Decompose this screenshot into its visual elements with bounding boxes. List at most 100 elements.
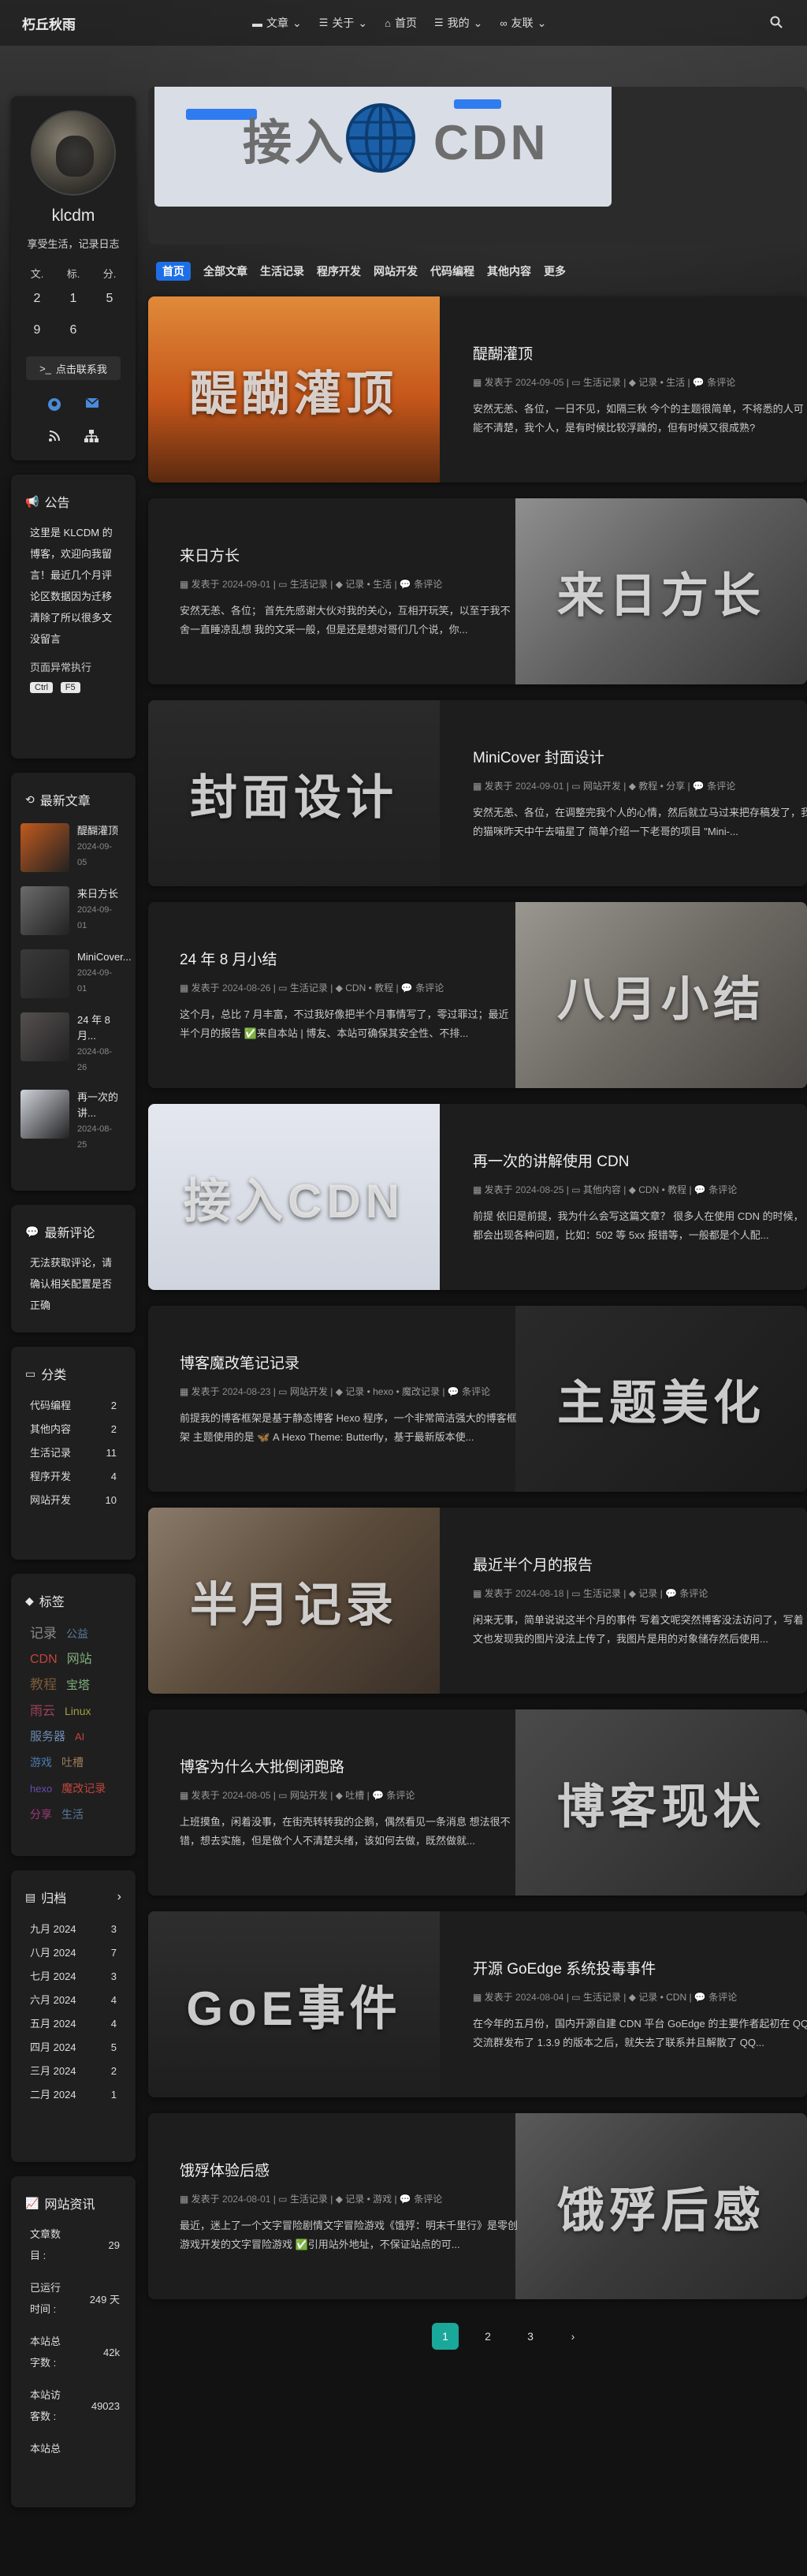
stat-tags[interactable]: 标. 1 6	[58, 266, 89, 344]
recent-post-title[interactable]: MiniCover...	[77, 949, 132, 965]
archive-item[interactable]: 六月 2024 4	[30, 1989, 117, 2012]
archive-item[interactable]: 五月 2024 4	[30, 2012, 117, 2036]
search-icon[interactable]	[769, 15, 783, 29]
post-comments[interactable]: 条评论	[708, 1992, 737, 2003]
tag-link[interactable]: 雨云	[30, 1699, 55, 1724]
post-tags[interactable]: 记录 • hexo • 魔改记录	[345, 1386, 440, 1397]
post-category[interactable]: 生活记录	[290, 982, 328, 993]
post-card[interactable]: 封面设计 MiniCover 封面设计 ▦ 发表于 2024-09-01 | ▭ 网…	[148, 700, 807, 886]
post-comments[interactable]: 条评论	[707, 781, 735, 792]
tag-link[interactable]: Linux	[65, 1698, 91, 1724]
nav-item-articles[interactable]: ▬ 文章 ⌄	[252, 15, 302, 31]
post-comments[interactable]: 条评论	[414, 579, 442, 590]
recent-post-thumbnail[interactable]	[20, 949, 69, 998]
post-cover-image[interactable]: 半月记录	[148, 1508, 440, 1694]
post-category[interactable]: 生活记录	[583, 377, 621, 388]
post-card[interactable]: 醍醐灌顶 醍醐灌顶 ▦ 发表于 2024-09-05 | ▭ 生活记录 | ◆ 记录…	[148, 296, 807, 483]
category-item[interactable]: 程序开发 4	[30, 1465, 117, 1489]
post-cover-image[interactable]: 接入CDN	[148, 1104, 440, 1290]
tab-item[interactable]: 代码编程	[430, 263, 474, 279]
post-comments[interactable]: 条评论	[679, 1588, 708, 1599]
tag-link[interactable]: 魔改记录	[61, 1776, 106, 1801]
contact-button[interactable]: >_ 点击联系我	[26, 356, 121, 380]
post-category[interactable]: 生活记录	[290, 579, 328, 590]
avatar[interactable]	[31, 110, 116, 196]
recent-post-item[interactable]: 来日方长 2024-09-01	[11, 886, 136, 935]
chevron-right-icon[interactable]: ›	[117, 1890, 121, 1904]
post-card[interactable]: 来日方长 来日方长 ▦ 发表于 2024-09-01 | ▭ 生活记录 | ◆ 记录…	[148, 498, 807, 684]
post-tags[interactable]: 吐槽	[345, 1790, 364, 1801]
post-cover-image[interactable]: GoE事件	[148, 1911, 440, 2097]
post-category[interactable]: 生活记录	[290, 2194, 328, 2205]
post-comments[interactable]: 条评论	[414, 2194, 442, 2205]
tag-link[interactable]: hexo	[30, 1776, 52, 1802]
tag-link[interactable]: AI	[75, 1724, 84, 1750]
post-title[interactable]: 醍醐灌顶	[473, 342, 807, 363]
post-tags[interactable]: CDN • 教程	[345, 982, 393, 993]
post-title[interactable]: 饿殍体验后感	[180, 2159, 519, 2180]
tag-link[interactable]: 生活	[61, 1802, 84, 1827]
recent-post-item[interactable]: MiniCover... 2024-09-01	[11, 949, 136, 998]
recent-post-thumbnail[interactable]	[20, 1012, 69, 1061]
category-item[interactable]: 其他内容 2	[30, 1418, 117, 1441]
tag-link[interactable]: 记录	[30, 1621, 57, 1646]
tag-link[interactable]: CDN	[30, 1647, 58, 1672]
recent-post-thumbnail[interactable]	[20, 1090, 69, 1139]
post-card[interactable]: 八月小结 24 年 8 月小结 ▦ 发表于 2024-08-26 | ▭ 生活记录 …	[148, 902, 807, 1088]
post-cover-image[interactable]: 八月小结	[515, 902, 807, 1088]
post-card[interactable]: GoE事件 开源 GoEdge 系统投毒事件 ▦ 发表于 2024-08-04 | …	[148, 1911, 807, 2097]
post-tags[interactable]: 记录 • 生活	[638, 377, 685, 388]
post-comments[interactable]: 条评论	[386, 1790, 415, 1801]
category-item[interactable]: 网站开发 10	[30, 1489, 117, 1512]
nav-item-home[interactable]: ⌂ 首页	[385, 15, 417, 31]
post-title[interactable]: 博客为什么大批倒闭跑路	[180, 1755, 519, 1776]
post-card[interactable]: 饿殍后感 饿殍体验后感 ▦ 发表于 2024-08-01 | ▭ 生活记录 | ◆ …	[148, 2113, 807, 2299]
nav-item-friends[interactable]: ∞ 友联 ⌄	[500, 15, 546, 31]
post-comments[interactable]: 条评论	[708, 1184, 737, 1195]
post-card[interactable]: 半月记录 最近半个月的报告 ▦ 发表于 2024-08-18 | ▭ 生活记录 | …	[148, 1508, 807, 1694]
post-title[interactable]: 最近半个月的报告	[473, 1553, 807, 1575]
post-tags[interactable]: 教程 • 分享	[638, 781, 685, 792]
next-page-button[interactable]: ›	[560, 2323, 586, 2350]
post-card[interactable]: 主题美化 博客魔改笔记记录 ▦ 发表于 2024-08-23 | ▭ 网站开发 | …	[148, 1306, 807, 1492]
post-tags[interactable]: CDN • 教程	[638, 1184, 686, 1195]
post-card[interactable]: 接入CDN 再一次的讲解使用 CDN ▦ 发表于 2024-08-25 | ▭ 其他…	[148, 1104, 807, 1290]
rss-icon[interactable]	[48, 430, 61, 446]
post-cover-image[interactable]: 醍醐灌顶	[148, 296, 440, 483]
tag-link[interactable]: 教程	[30, 1672, 57, 1698]
archive-item[interactable]: 二月 2024 1	[30, 2083, 117, 2107]
post-card[interactable]: 博客现状 博客为什么大批倒闭跑路 ▦ 发表于 2024-08-05 | ▭ 网站开发…	[148, 1709, 807, 1896]
post-comments[interactable]: 条评论	[415, 982, 444, 993]
nav-item-mine[interactable]: ☰ 我的 ⌄	[434, 15, 482, 31]
page-button[interactable]: 2	[474, 2323, 501, 2350]
post-comments[interactable]: 条评论	[462, 1386, 490, 1397]
tab-item[interactable]: 生活记录	[260, 263, 304, 279]
archive-item[interactable]: 八月 2024 7	[30, 1941, 117, 1965]
sitemap-icon[interactable]	[84, 430, 99, 446]
post-category[interactable]: 生活记录	[583, 1992, 621, 2003]
post-category[interactable]: 网站开发	[290, 1790, 328, 1801]
recent-post-item[interactable]: 醍醐灌顶 2024-09-05	[11, 823, 136, 872]
post-cover-image[interactable]: 博客现状	[515, 1709, 807, 1896]
tag-link[interactable]: 吐槽	[61, 1750, 84, 1775]
post-cover-image[interactable]: 饿殍后感	[515, 2113, 807, 2299]
post-title[interactable]: 博客魔改笔记记录	[180, 1351, 519, 1373]
post-comments[interactable]: 条评论	[707, 377, 735, 388]
recent-post-thumbnail[interactable]	[20, 886, 69, 935]
post-cover-image[interactable]: 封面设计	[148, 700, 440, 886]
archive-item[interactable]: 四月 2024 5	[30, 2036, 117, 2060]
tag-link[interactable]: 网站	[67, 1647, 92, 1672]
recent-post-title[interactable]: 24 年 8 月...	[77, 1012, 121, 1044]
archive-item[interactable]: 七月 2024 3	[30, 1965, 117, 1989]
post-title[interactable]: MiniCover 封面设计	[473, 746, 807, 767]
tag-link[interactable]: 公益	[66, 1621, 88, 1646]
post-tags[interactable]: 记录 • 游戏	[345, 2194, 392, 2205]
post-cover-image[interactable]: 主题美化	[515, 1306, 807, 1492]
post-category[interactable]: 生活记录	[583, 1588, 621, 1599]
recent-post-title[interactable]: 再一次的讲...	[77, 1090, 121, 1121]
page-button[interactable]: 3	[517, 2323, 544, 2350]
stat-categories[interactable]: 分. 5	[94, 266, 125, 344]
stat-articles[interactable]: 文. 2 9	[21, 266, 53, 344]
post-tags[interactable]: 记录 • CDN	[638, 1992, 686, 2003]
recent-post-title[interactable]: 醍醐灌顶	[77, 823, 121, 839]
